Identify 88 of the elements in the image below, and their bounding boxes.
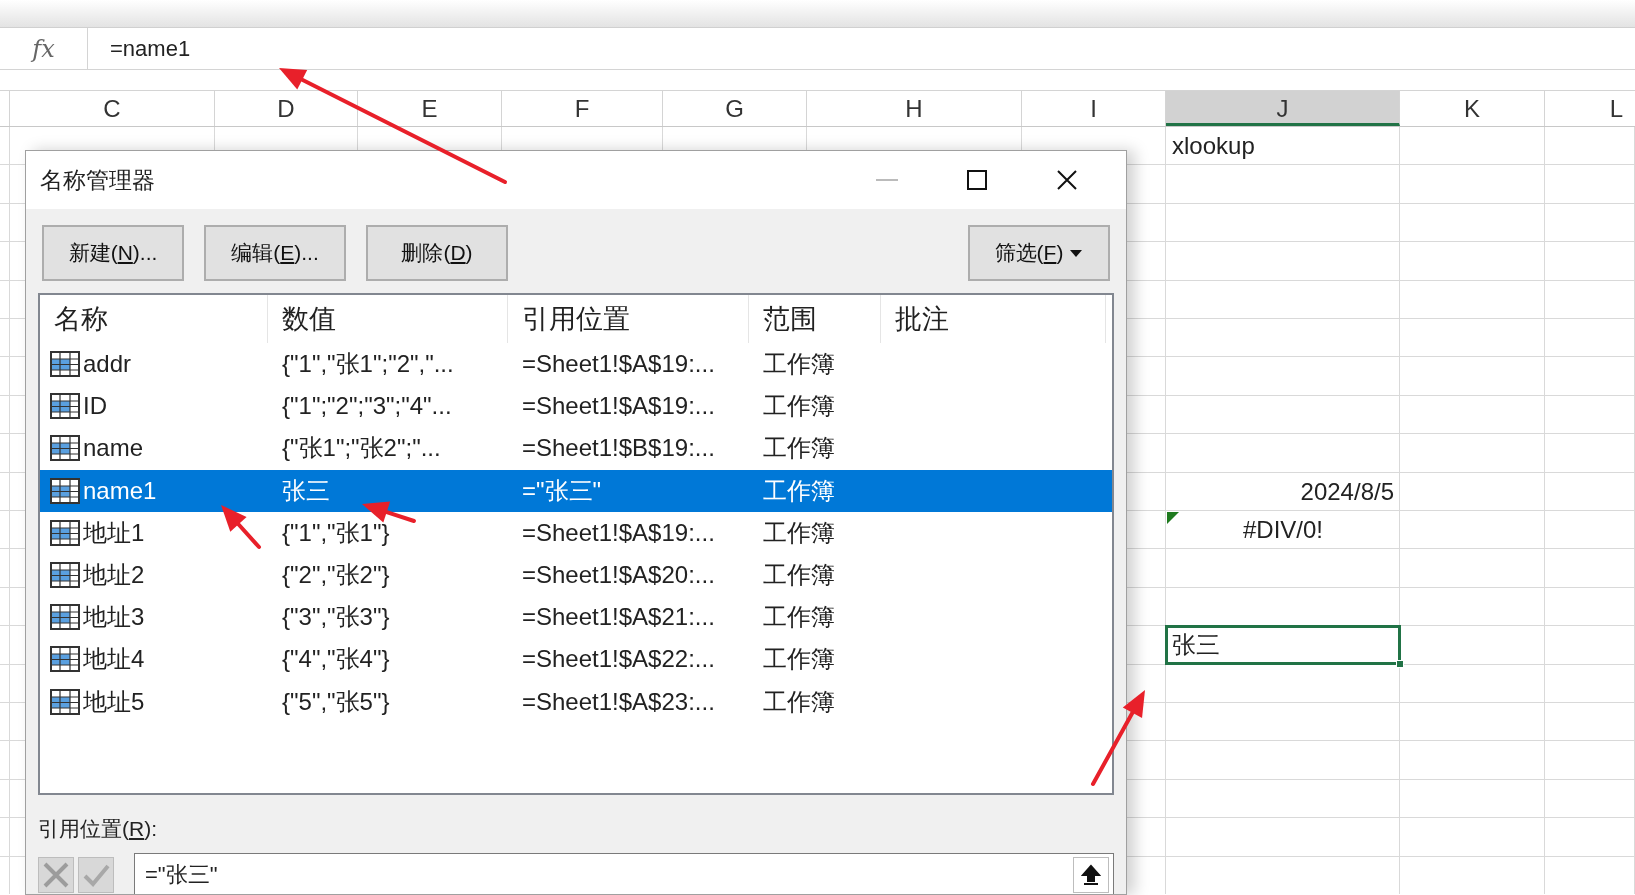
value-text: {"张1";"张2";"... (282, 434, 441, 462)
column-header[interactable]: H (807, 91, 1022, 126)
scope-text: 工作簿 (763, 392, 835, 420)
table-icon (50, 562, 80, 589)
name-text: name1 (83, 475, 157, 506)
value-text: {"5","张5"} (282, 687, 390, 715)
value-text: 张三 (282, 476, 330, 504)
table-cell[interactable]: xlookup (1166, 127, 1400, 166)
scope-text: 工作簿 (763, 645, 835, 673)
scope-text: 工作簿 (763, 350, 835, 378)
arrow (221, 505, 261, 549)
reference-text: =Sheet1!$A$19:... (522, 518, 715, 546)
value-text: {"1";"2";"3";"4"... (282, 392, 452, 420)
name-text: name (83, 433, 144, 464)
column-header[interactable]: E (358, 91, 502, 126)
list-row[interactable]: 地址5 {"5","张5"} =Sheet1!$A$23:... 工作簿 (40, 680, 1112, 723)
table-icon (50, 604, 80, 631)
arrow (362, 501, 416, 523)
reference-text: =Sheet1!$A$19:... (522, 350, 715, 378)
close-icon[interactable] (1056, 169, 1078, 191)
filter-button[interactable]: 筛选(F) (968, 225, 1110, 281)
reference-text: ="张三" (522, 476, 602, 504)
table-icon (50, 477, 80, 504)
column-header[interactable]: 批注 (881, 295, 1106, 343)
list-row[interactable]: 地址2 {"2","张2"} =Sheet1!$A$20:... 工作簿 (40, 553, 1112, 597)
reference-text: =Sheet1!$A$20:... (522, 561, 715, 589)
column-header[interactable]: L (1545, 91, 1635, 126)
table-icon (50, 351, 80, 378)
table-icon (50, 646, 80, 673)
table-cell[interactable]: 2024/8/5 (1166, 472, 1400, 511)
column-header[interactable]: 范围 (749, 295, 881, 343)
value-text: {"1","张1"} (282, 518, 390, 546)
reference-text: =Sheet1!$A$19:... (522, 392, 715, 420)
scope-text: 工作簿 (763, 687, 835, 715)
value-text: {"4","张4"} (282, 645, 390, 673)
formula-input[interactable]: =name1 (88, 28, 1635, 69)
dialog-title: 名称管理器 (40, 165, 155, 195)
scope-text: 工作簿 (763, 434, 835, 462)
list-row[interactable]: addr {"1","张1";"2","... =Sheet1!$A$19:... 工作簿 (40, 343, 1112, 386)
dialog-button[interactable]: 编辑(E)... (204, 225, 346, 281)
caret-icon (1069, 248, 1084, 258)
check-icon[interactable] (78, 856, 114, 893)
name-text: ID (83, 391, 107, 422)
name-text: 地址4 (83, 644, 145, 675)
table-icon (50, 519, 80, 546)
column-header[interactable]: C (10, 91, 215, 126)
column-header[interactable]: 引用位置 (508, 295, 749, 343)
list-row[interactable]: ID {"1";"2";"3";"4"... =Sheet1!$A$19:... 工作簿 (40, 385, 1112, 428)
maximize-icon[interactable] (967, 170, 987, 190)
reference-text: =Sheet1!$A$23:... (522, 687, 715, 715)
list-row[interactable]: 地址3 {"3","张3"} =Sheet1!$A$21:... 工作簿 (40, 596, 1112, 639)
list-row[interactable]: 地址1 {"1","张1"} =Sheet1!$A$19:... 工作簿 (40, 511, 1112, 554)
value-text: {"1","张1";"2","... (282, 350, 454, 378)
scope-text: 工作簿 (763, 561, 835, 589)
column-header[interactable]: G (663, 91, 807, 126)
name-text: 地址3 (83, 602, 145, 633)
error-indicator-icon (1167, 511, 1179, 524)
function-label: fx (32, 33, 55, 65)
list-row[interactable]: name1 张三 ="张三" 工作簿 (40, 469, 1112, 512)
reference-text: =Sheet1!$A$22:... (522, 645, 715, 673)
table-icon (50, 688, 80, 715)
table-cell[interactable]: #DIV/0! (1166, 510, 1400, 550)
reference-text: =Sheet1!$A$21:... (522, 603, 715, 631)
refers-to-label: 引用位置(R): (38, 817, 157, 840)
name-text: 地址5 (83, 686, 145, 717)
scope-text: 工作簿 (763, 476, 835, 504)
dialog-button[interactable]: 新建(N)... (42, 225, 184, 281)
list-row[interactable]: 地址4 {"4","张4"} =Sheet1!$A$22:... 工作簿 (40, 638, 1112, 681)
column-header[interactable]: 名称 (40, 295, 268, 343)
column-header[interactable]: D (215, 91, 358, 126)
collapse-dialog-icon[interactable] (1073, 856, 1109, 893)
value-text: {"3","张3"} (282, 603, 390, 631)
name-text: addr (83, 349, 132, 380)
value-text: {"2","张2"} (282, 561, 390, 589)
dialog-button[interactable]: 删除(D) (366, 225, 508, 281)
column-header[interactable]: K (1400, 91, 1545, 126)
column-header[interactable]: J (1166, 91, 1400, 126)
refers-to-field[interactable]: ="张三" (134, 852, 1114, 894)
name-text: 地址1 (83, 517, 145, 548)
reference-text: =Sheet1!$B$19:... (522, 434, 715, 462)
name-text: 地址2 (83, 560, 145, 591)
list-row[interactable]: name {"张1";"张2";"... =Sheet1!$B$19:... 工作簿 (40, 427, 1112, 470)
table-icon (50, 393, 80, 420)
scope-text: 工作簿 (763, 518, 835, 546)
column-header[interactable]: F (502, 91, 663, 126)
table-icon (50, 435, 80, 462)
scope-text: 工作簿 (763, 603, 835, 631)
column-header[interactable]: 数值 (268, 295, 508, 343)
